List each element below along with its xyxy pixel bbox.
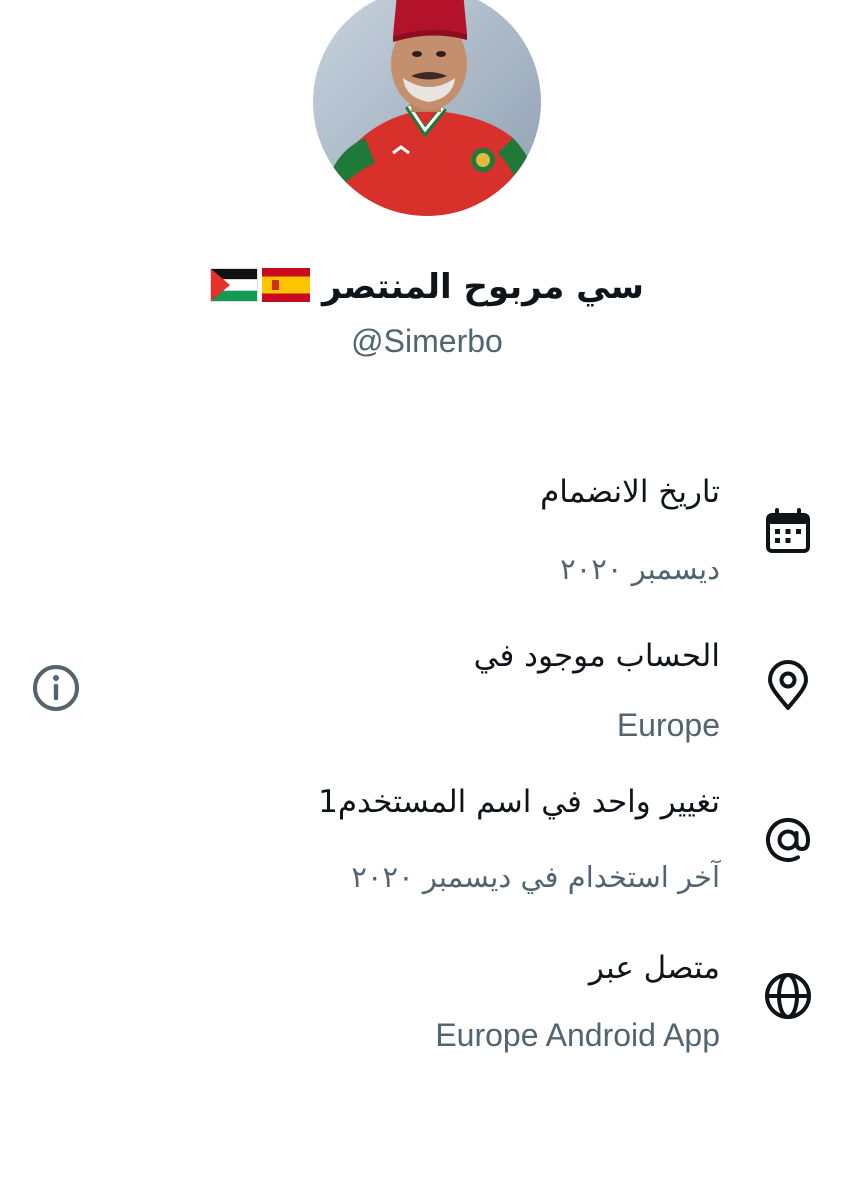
calendar-icon xyxy=(762,506,814,558)
connected-via-value: Europe Android App xyxy=(435,1017,720,1053)
globe-icon xyxy=(762,970,814,1022)
palestine-flag-icon xyxy=(210,268,259,306)
joined-value: ديسمبر ٢٠٢٠ xyxy=(560,552,720,586)
at-sign-icon xyxy=(762,814,814,866)
location-pin-icon xyxy=(762,660,814,712)
location-value: Europe xyxy=(616,707,720,743)
display-name: سي مربوح المنتصر xyxy=(322,267,644,307)
spain-flag-icon xyxy=(262,268,311,306)
joined-title: تاريخ الانضمام xyxy=(540,474,720,510)
location-title: الحساب موجود في xyxy=(473,638,720,674)
info-icon[interactable] xyxy=(30,662,82,714)
username-changes-title: تغيير واحد في اسم المستخدم1 xyxy=(318,784,720,820)
connected-via-title: متصل عبر xyxy=(588,950,720,986)
profile-handle: @Simerbo xyxy=(351,323,503,359)
display-name-row: سي مربوح المنتصر xyxy=(0,262,854,312)
username-changes-value: آخر استخدام في ديسمبر ٢٠٢٠ xyxy=(351,860,720,894)
profile-avatar[interactable] xyxy=(313,0,541,216)
flags xyxy=(210,268,311,306)
